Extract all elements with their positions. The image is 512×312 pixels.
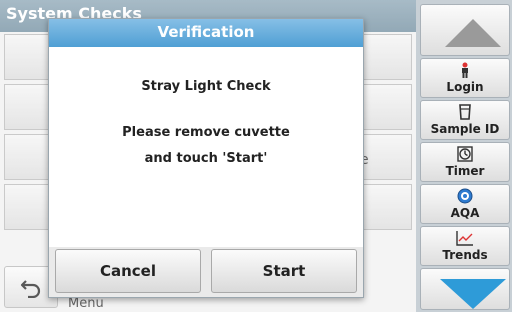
person-icon — [462, 62, 468, 78]
timer-icon — [457, 146, 473, 162]
start-button[interactable]: Start — [211, 249, 357, 293]
screen: System Checks e Menu Login Sample ID Tim… — [0, 0, 512, 312]
arrow-up-icon — [445, 19, 501, 47]
arrow-down-icon — [440, 279, 506, 309]
aqa-button[interactable]: AQA — [420, 184, 510, 224]
trend-chart-icon — [456, 231, 473, 246]
verification-dialog: Verification Stray Light Check Please re… — [48, 18, 364, 298]
dialog-message-line1: Please remove cuvette — [122, 125, 290, 140]
trends-label: Trends — [442, 248, 488, 262]
dialog-heading: Stray Light Check — [141, 79, 271, 94]
right-sidebar: Login Sample ID Timer AQA Trends — [416, 0, 512, 312]
sample-id-label: Sample ID — [430, 122, 500, 136]
dialog-header: Verification — [49, 19, 363, 47]
aqa-label: AQA — [450, 206, 480, 220]
dialog-message-line2: and touch 'Start' — [144, 151, 268, 166]
login-button[interactable]: Login — [420, 58, 510, 98]
timer-button[interactable]: Timer — [420, 142, 510, 182]
login-label: Login — [446, 80, 484, 94]
sample-id-button[interactable]: Sample ID — [420, 100, 510, 140]
cancel-button[interactable]: Cancel — [55, 249, 201, 293]
scroll-up-button[interactable] — [420, 4, 510, 56]
scroll-down-button[interactable] — [420, 268, 510, 310]
dialog-title: Verification — [157, 23, 255, 41]
trends-button[interactable]: Trends — [420, 226, 510, 266]
timer-label: Timer — [445, 164, 485, 178]
cup-icon — [459, 104, 471, 120]
target-icon — [457, 188, 473, 204]
